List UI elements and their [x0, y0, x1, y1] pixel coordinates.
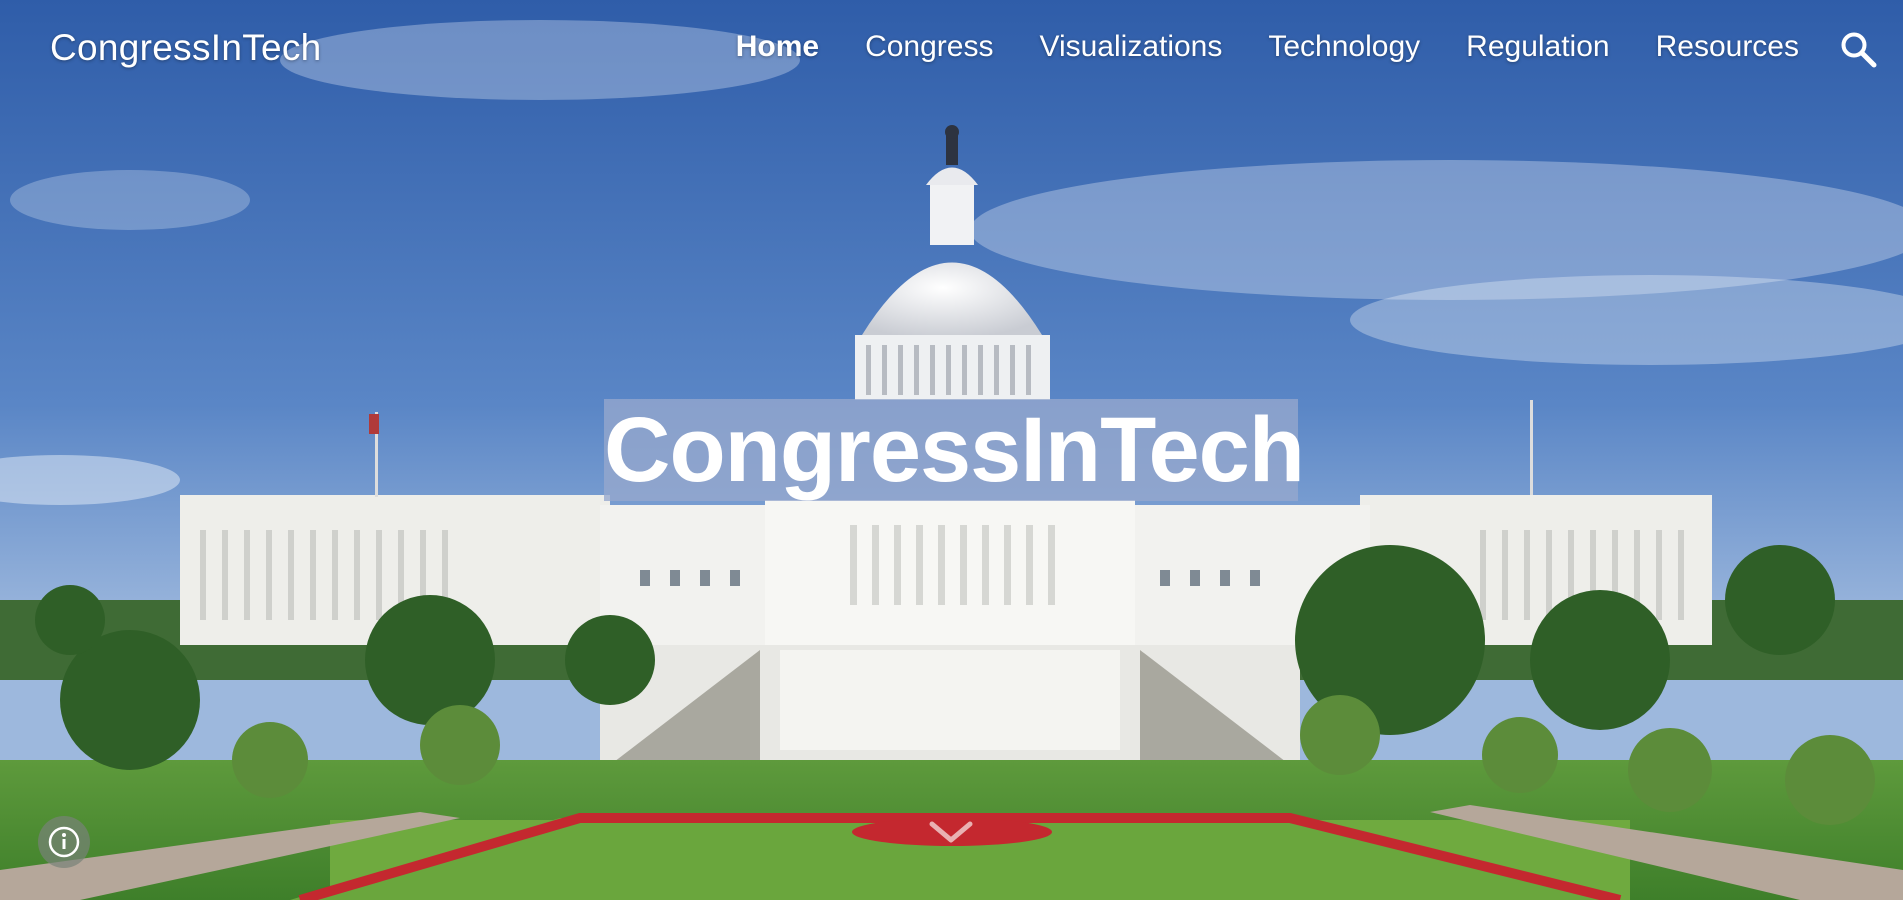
- search-button[interactable]: [1837, 28, 1881, 72]
- hero-title: CongressInTech: [604, 399, 1305, 501]
- scroll-down-button[interactable]: [926, 818, 976, 848]
- info-icon: [48, 826, 80, 858]
- hero-title-band: CongressInTech: [604, 399, 1305, 501]
- site-title-link[interactable]: CongressInTech: [50, 27, 322, 69]
- search-icon: [1841, 32, 1877, 68]
- top-navigation-bar: CongressInTech Home Congress Visualizati…: [0, 0, 1903, 100]
- nav-item-technology[interactable]: Technology: [1268, 30, 1420, 64]
- info-button[interactable]: [38, 816, 90, 868]
- main-nav: Home Congress Visualizations Technology …: [690, 30, 1799, 64]
- nav-item-visualizations[interactable]: Visualizations: [1039, 30, 1222, 64]
- nav-item-regulation[interactable]: Regulation: [1466, 30, 1609, 64]
- nav-item-resources[interactable]: Resources: [1656, 30, 1799, 64]
- chevron-down-icon: [929, 821, 973, 843]
- nav-item-home[interactable]: Home: [736, 30, 819, 64]
- nav-item-congress[interactable]: Congress: [865, 30, 993, 64]
